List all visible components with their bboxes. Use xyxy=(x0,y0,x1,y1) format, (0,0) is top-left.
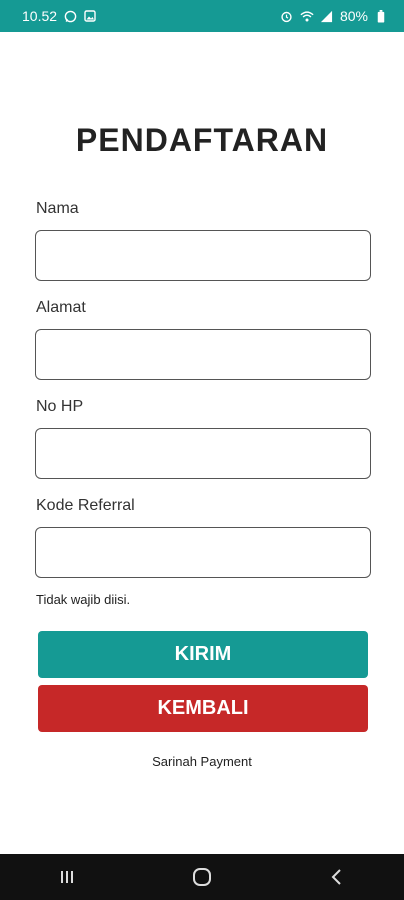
no-hp-field[interactable] xyxy=(35,428,371,479)
no-hp-label: No HP xyxy=(36,398,84,415)
nama-field[interactable] xyxy=(35,230,371,281)
page-title: PENDAFTARAN xyxy=(75,122,329,158)
referral-hint: Tidak wajib diisi. xyxy=(36,592,131,607)
home-icon[interactable] xyxy=(172,854,232,900)
clock: 10.52 xyxy=(22,8,58,24)
back-button[interactable]: KEMBALI xyxy=(38,685,368,732)
kode-referral-field[interactable] xyxy=(35,527,371,578)
whatsapp-icon xyxy=(63,9,77,23)
footer-brand: Sarinah Payment xyxy=(152,754,252,769)
alamat-label: Alamat xyxy=(36,299,86,316)
status-bar-right: 80% xyxy=(280,8,388,24)
signal-icon xyxy=(320,9,334,23)
recent-apps-icon[interactable] xyxy=(37,854,97,900)
kode-referral-label: Kode Referral xyxy=(36,497,135,514)
wifi-icon xyxy=(300,9,314,23)
status-bar-left: 10.52 xyxy=(22,8,97,24)
alarm-icon xyxy=(280,9,294,23)
nama-label: Nama xyxy=(36,200,79,217)
back-icon[interactable] xyxy=(307,854,367,900)
image-icon xyxy=(83,9,97,23)
alamat-field[interactable] xyxy=(35,329,371,380)
submit-button[interactable]: KIRIM xyxy=(38,631,368,678)
battery-percent: 80% xyxy=(339,8,368,24)
status-bar: 10.52 80% xyxy=(0,0,404,32)
navigation-bar xyxy=(0,854,404,900)
battery-icon xyxy=(374,9,388,23)
